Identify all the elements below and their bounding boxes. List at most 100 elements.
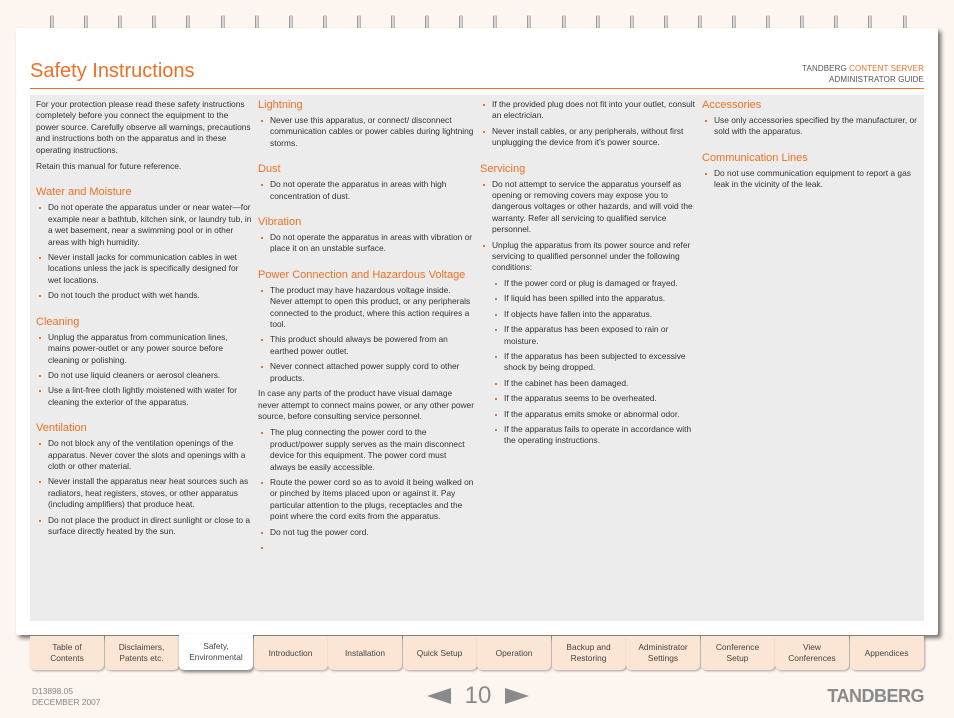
list-item: Do not touch the product with wet hands. [36,290,252,301]
tab-label: Conference Setup [716,642,759,664]
list-item: Do not use liquid cleaners or aerosol cl… [36,370,252,381]
communication-list: Do not use communication equipment to re… [702,168,918,191]
list-item: Unplug the apparatus from communication … [36,332,252,366]
list-item: If the cabinet has been damaged. [492,378,696,389]
tab-label: Operation [496,648,533,659]
guide-name: ADMINISTRATOR GUIDE [829,75,924,84]
heading-water-moisture: Water and Moisture [36,186,132,199]
list-item: If the apparatus emits smoke or abnormal… [492,409,696,420]
list-item: Do not use communication equipment to re… [702,168,918,191]
tab-installation[interactable]: Installation [328,636,402,670]
list-item: If the apparatus fails to operate in acc… [492,424,696,447]
heading-accessories: Accessories [702,99,762,111]
lightning-list: Never use this apparatus, or connect/ di… [258,115,474,149]
intro-paragraph: For your protection please read these sa… [36,99,251,155]
tab-label: Installation [345,648,385,659]
tab-safety-environmental[interactable]: Safety, Environmental [179,634,253,670]
tab-view-conferences[interactable]: View Conferences [775,636,849,670]
ventilation-list: Do not block any of the ventilation open… [36,438,252,537]
list-item: Never use this apparatus, or connect/ di… [258,115,474,149]
heading-cleaning: Cleaning [36,315,80,328]
list-item: If the provided plug does not fit into y… [480,99,696,122]
dust-list: Do not operate the apparatus in areas wi… [258,179,474,202]
tab-label-line: Patents etc. [119,653,164,663]
list-item: Never install jacks for communication ca… [36,252,252,286]
heading-servicing: Servicing [480,162,526,175]
power-list: The product may have hazardous voltage i… [258,285,474,384]
list-item: Never connect attached power supply cord… [258,361,474,384]
servicing-list: Do not attempt to service the apparatus … [480,179,696,274]
heading-power-connection: Power Connection and Hazardous Voltage [258,268,466,281]
tab-backup-and-restoring[interactable]: Backup and Restoring [551,636,626,670]
document-date: DECEMBER 2007 [32,697,101,707]
tab-label: Introduction [269,648,313,659]
tab-label-line: Environmental [189,652,243,662]
list-item: If objects have fallen into the apparatu… [492,309,696,320]
list-item: Never install cables, or any peripherals… [480,126,696,149]
tab-label-line: Administrator [638,642,688,652]
tab-label: View Conferences [788,642,836,664]
tab-label: Table of Contents [50,642,84,664]
list-item: Do not attempt to service the apparatus … [480,179,696,236]
brand-name: TANDBERG [802,64,850,73]
tab-table-of-contents[interactable]: Table of Contents [30,636,104,670]
list-item: The product may have hazardous voltage i… [258,285,474,331]
list-item: Route the power cord so as to avoid it b… [258,477,474,523]
arrow-left-icon[interactable] [426,688,451,704]
title-divider [30,88,924,89]
column-2: Lightning Never use this apparatus, or c… [258,99,475,549]
tab-label-line: Installation [344,647,386,658]
tab-label-line: Contents [50,653,84,663]
tab-disclaimers-patents-etc[interactable]: Disclaimers, Patents etc. [104,636,179,670]
list-item: Do not tug the power cord. [258,527,474,538]
list-item: This product should always be powered fr… [258,334,474,357]
tab-label-line: Introduction [268,647,313,658]
list-item: If the apparatus has been exposed to rai… [492,324,696,347]
tab-label-line: Restoring [570,653,607,663]
list-item: If the power cord or plug is damaged or … [492,278,696,289]
list-item: If liquid has been spilled into the appa… [492,293,696,304]
tab-administrator-settings[interactable]: Administrator Settings [626,636,700,670]
tab-label: Quick Setup [417,648,463,659]
tab-label: Administrator Settings [638,642,687,664]
tab-label-line: Safety, [203,641,229,651]
power-paragraph: In case any parts of the product have vi… [258,388,475,421]
power-list-2: The plug connecting the power cord to th… [258,427,474,549]
column-4: Accessories Use only accessories specifi… [702,99,918,195]
chapter-tabs: Table of Contents Disclaimers, Patents etc.… [30,634,924,670]
tab-conference-setup[interactable]: Conference Setup [700,636,775,670]
column-1: For your protection please read these sa… [36,99,252,541]
document-id: D13898.05 DECEMBER 2007 [32,686,100,708]
list-item: Do not place the product in direct sunli… [36,515,252,538]
page-title: Safety Instructions [30,60,195,82]
tab-appendices[interactable]: Appendices [849,636,924,670]
water-list: Do not operate the apparatus under or ne… [36,202,252,301]
list-item: If the apparatus has been subjected to e… [492,351,696,374]
list-item: Do not block any of the ventilation open… [36,438,252,472]
heading-vibration: Vibration [258,216,302,229]
tab-operation[interactable]: Operation [477,636,551,670]
list-item: Never install the apparatus near heat so… [36,476,252,510]
page-navigator: 10 [418,683,538,709]
product-name: CONTENT SERVER [849,64,924,73]
list-item: Use only accessories specified by the ma… [702,115,918,138]
cleaning-list: Unplug the apparatus from communication … [36,332,252,408]
tab-label: Disclaimers, Patents etc. [119,642,165,664]
arrow-right-icon[interactable] [505,688,530,704]
column-3: If the provided plug does not fit into y… [480,99,696,451]
tab-label-line: Operation [495,647,533,658]
tab-label-line: Backup and [566,642,611,652]
tab-label-line: Table of [52,642,82,652]
list-item: Do not operate the apparatus in areas wi… [258,179,474,202]
document-number: D13898.05 [32,686,73,696]
power-list-continued: If the provided plug does not fit into y… [480,99,696,149]
retain-paragraph: Retain this manual for future reference. [36,161,182,172]
list-item: The plug connecting the power cord to th… [258,427,474,473]
tab-quick-setup[interactable]: Quick Setup [402,636,477,670]
tab-label-line: Setup [726,653,749,663]
tab-label-line: Disclaimers, [118,642,165,652]
tab-label-line: Conferences [788,653,836,663]
tab-introduction[interactable]: Introduction [253,636,328,670]
accessories-list: Use only accessories specified by the ma… [702,115,918,138]
heading-ventilation: Ventilation [36,422,87,435]
